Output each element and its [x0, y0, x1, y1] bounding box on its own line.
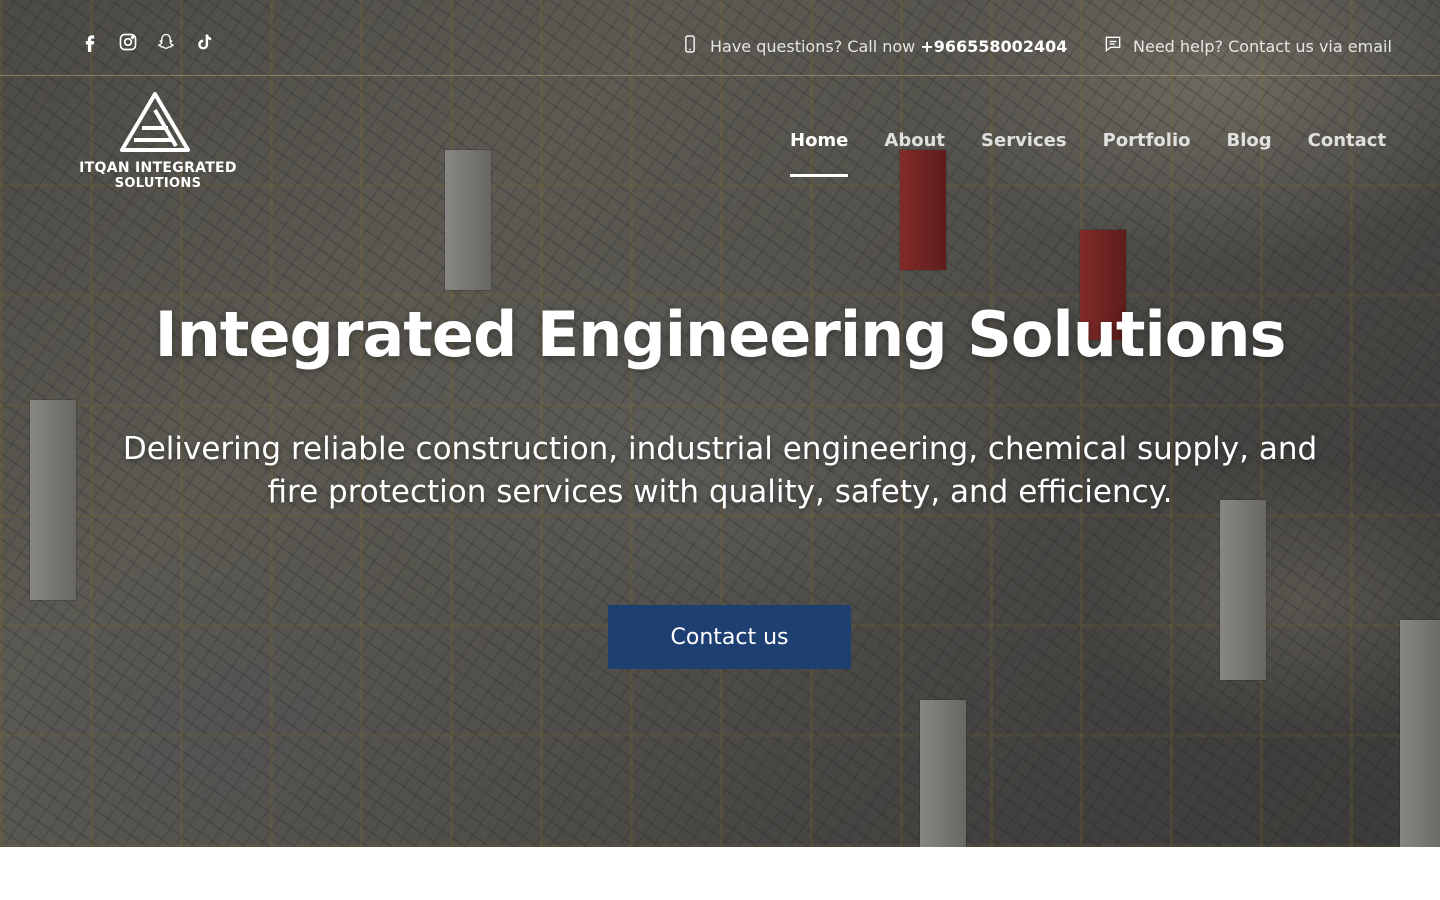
phone-number: +966558002404 — [920, 36, 1068, 56]
nav-item-home[interactable]: Home — [790, 130, 849, 177]
brand-name-line2: SOLUTIONS — [114, 176, 202, 191]
tiktok-icon[interactable] — [194, 30, 214, 54]
social-links — [80, 30, 214, 54]
email-contact[interactable]: Need help? Contact us via email — [1103, 34, 1392, 58]
phone-label: Have questions? Call now +966558002404 — [710, 36, 1068, 56]
chat-icon — [1103, 34, 1123, 58]
nav-item-contact[interactable]: Contact — [1308, 130, 1386, 165]
facebook-icon[interactable] — [80, 30, 100, 54]
nav-item-portfolio[interactable]: Portfolio — [1103, 130, 1191, 165]
hero-subtitle: Delivering reliable construction, indust… — [122, 431, 1318, 510]
main-nav: Home About Services Portfolio Blog Conta… — [790, 130, 1386, 177]
top-bar: Have questions? Call now +966558002404 N… — [0, 0, 1440, 76]
brand-logo[interactable]: ITQAN INTEGRATED SOLUTIONS — [76, 90, 240, 194]
nav-item-blog[interactable]: Blog — [1227, 130, 1272, 165]
triangle-logo-icon — [120, 92, 190, 152]
nav-item-about[interactable]: About — [884, 130, 945, 165]
mobile-phone-icon — [680, 34, 700, 58]
nav-item-services[interactable]: Services — [981, 130, 1067, 165]
phone-contact[interactable]: Have questions? Call now +966558002404 — [680, 34, 1067, 58]
contact-us-button[interactable]: Contact us — [608, 605, 851, 669]
snapchat-icon[interactable] — [156, 30, 176, 54]
email-label: Need help? Contact us via email — [1133, 36, 1392, 56]
instagram-icon[interactable] — [118, 30, 138, 54]
brand-name-line1: ITQAN INTEGRATED — [79, 160, 237, 176]
hero-title: Integrated Engineering Solutions — [154, 298, 1287, 371]
